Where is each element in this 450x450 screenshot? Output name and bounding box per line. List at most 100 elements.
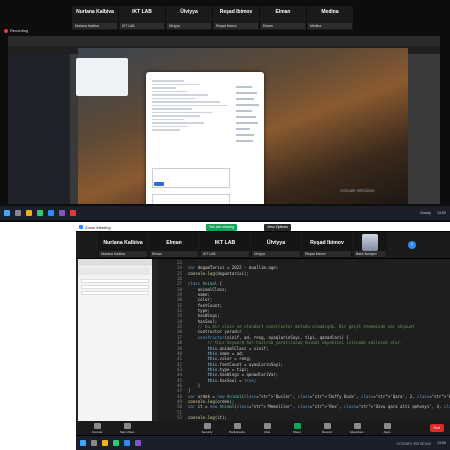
participant-tile[interactable]: Nurlana Kalbiva Nurlana Kalbiva bbox=[98, 232, 148, 258]
start-icon[interactable] bbox=[80, 440, 86, 446]
participant-name: Reşad Ibimov bbox=[219, 9, 253, 15]
mic-icon bbox=[93, 422, 101, 429]
search-icon[interactable] bbox=[91, 440, 97, 446]
video-label: Stop Video bbox=[119, 429, 135, 434]
share-label: Share bbox=[292, 429, 301, 434]
smile-icon bbox=[353, 422, 361, 429]
code-lines[interactable]: var dogumTarixi = 2022 - muallim.age; con… bbox=[188, 260, 450, 420]
participant-tile[interactable]: Reşad Ibimov Reşad Ibimov bbox=[213, 6, 259, 30]
zoom-icon[interactable] bbox=[124, 440, 130, 446]
security-label: Security bbox=[201, 429, 213, 434]
participant-label: Nurlana Kalbiva bbox=[73, 23, 117, 29]
next-page-arrow-icon[interactable]: › bbox=[408, 241, 416, 249]
record-dot-icon bbox=[4, 28, 8, 33]
participant-label: Elman bbox=[261, 23, 305, 29]
file-item[interactable] bbox=[81, 285, 149, 289]
system-tray: Cloudy 13:50 bbox=[420, 211, 446, 215]
code-pane[interactable]: 23 24 25 26 27 28 29 30 31 32 33 34 35 36 37 38 39 40 41 42… bbox=[158, 259, 450, 421]
system-tray: Activate Windows 13:50 bbox=[396, 441, 446, 446]
reply-box[interactable] bbox=[152, 194, 230, 204]
explorer-tabs[interactable] bbox=[78, 267, 150, 275]
teams-icon[interactable] bbox=[59, 210, 65, 216]
participant-label: Reşad Ibimov bbox=[303, 251, 351, 257]
participant-tile[interactable]: Ülviyya Ülviyya bbox=[251, 232, 301, 258]
participant-tile[interactable]: Reşad Ibimov Reşad Ibimov bbox=[302, 232, 352, 258]
participant-name: Elman bbox=[275, 9, 291, 15]
apps-button[interactable]: Apps bbox=[372, 422, 402, 434]
participant-label: Nurlana Kalbiva bbox=[99, 251, 147, 257]
participants-button[interactable]: Participants bbox=[222, 422, 252, 434]
video-icon bbox=[123, 422, 131, 429]
clock-text: 13:50 bbox=[437, 211, 446, 215]
app-icon[interactable] bbox=[70, 210, 76, 216]
participant-tile[interactable]: Elman Elman bbox=[260, 6, 306, 30]
view-options-button[interactable]: View Options bbox=[264, 224, 292, 231]
dialog-side-menu[interactable] bbox=[236, 82, 262, 178]
window-title: Zoom Meeting bbox=[85, 224, 111, 230]
chrome-icon[interactable] bbox=[113, 440, 119, 446]
participant-tile[interactable]: IKT LAB IKT LAB bbox=[200, 232, 250, 258]
reactions-button[interactable]: Reactions bbox=[342, 422, 372, 434]
explorer-header bbox=[78, 259, 152, 266]
share-screen-icon bbox=[293, 422, 301, 429]
file-item[interactable] bbox=[81, 291, 149, 295]
search-icon[interactable] bbox=[15, 210, 21, 216]
line-numbers: 23 24 25 26 27 28 29 30 31 32 33 34 35 36 37 38 39 40 41 42… bbox=[158, 260, 182, 420]
participant-label: Elman bbox=[150, 251, 198, 257]
participants-label: Participants bbox=[229, 429, 245, 434]
video-button[interactable]: Stop Video bbox=[112, 422, 142, 434]
chat-button[interactable]: Chat bbox=[252, 422, 282, 434]
start-icon[interactable] bbox=[4, 210, 10, 216]
mic-label: Unmute bbox=[91, 429, 103, 434]
dialog-text-lines bbox=[152, 78, 232, 133]
participant-tile[interactable]: Ülviyya Ülviyya bbox=[166, 6, 212, 30]
windows-taskbar-top: Cloudy 13:50 bbox=[0, 206, 450, 220]
zoom-toolbar: Unmute Stop Video Security Participants … bbox=[76, 421, 450, 435]
participant-label: IKT LAB bbox=[120, 23, 164, 29]
share-button[interactable]: Share bbox=[282, 422, 312, 434]
sharing-status-pill[interactable]: You are sharing bbox=[206, 224, 238, 231]
participant-strip-bottom: Nurlana Kalbiva Nurlana Kalbiva Elman Elma… bbox=[76, 232, 450, 258]
recording-indicator: Recording bbox=[4, 28, 28, 33]
participant-label: Ülviyya bbox=[167, 23, 211, 29]
participant-name: Elman bbox=[166, 240, 182, 246]
participant-tile[interactable]: Nurlana Kalbiva Nurlana Kalbiva bbox=[72, 6, 118, 30]
teams-icon[interactable] bbox=[135, 440, 141, 446]
participant-name: Nurlana Kalbiva bbox=[103, 240, 143, 246]
people-icon bbox=[233, 422, 241, 429]
participant-name: Medina bbox=[321, 9, 339, 15]
apps-label: Apps bbox=[383, 429, 391, 434]
file-explorer-icon[interactable] bbox=[102, 440, 108, 446]
code-editor-window: 23 24 25 26 27 28 29 30 31 32 33 34 35 36 37 38 39 40 41 42… bbox=[76, 259, 450, 421]
apps-icon bbox=[383, 422, 391, 429]
chrome-icon[interactable] bbox=[37, 210, 43, 216]
shared-desktop: Activate Windows bbox=[8, 36, 440, 204]
self-video-tile[interactable]: Bakir Babiyev bbox=[353, 232, 387, 258]
mic-button[interactable]: Unmute bbox=[82, 422, 112, 434]
participant-label: Ülviyya bbox=[252, 251, 300, 257]
zoom-icon[interactable] bbox=[48, 210, 54, 216]
shield-icon bbox=[203, 422, 211, 429]
record-button[interactable]: Record bbox=[312, 422, 342, 434]
weather-text: Cloudy bbox=[419, 211, 431, 215]
participant-strip-top: Nurlana Kalbiva Nurlana Kalbiva IKT LAB IK… bbox=[72, 6, 353, 30]
avatar bbox=[362, 234, 378, 251]
activate-windows-watermark: Activate Windows bbox=[340, 188, 375, 193]
chat-label: Chat bbox=[263, 429, 271, 434]
participant-name: Nurlana Kalbiva bbox=[76, 9, 114, 15]
save-button[interactable] bbox=[154, 182, 164, 186]
left-panel-card[interactable] bbox=[76, 58, 128, 96]
file-explorer-icon[interactable] bbox=[26, 210, 32, 216]
participant-name: Ülviyya bbox=[180, 9, 198, 15]
end-meeting-button[interactable]: End bbox=[429, 424, 444, 432]
code-line: var it = new Animal(class="str">'Memelil… bbox=[188, 404, 450, 410]
security-button[interactable]: Security bbox=[192, 422, 222, 434]
record-icon bbox=[323, 422, 331, 429]
activate-windows-watermark: Activate Windows bbox=[396, 440, 431, 446]
chat-icon bbox=[263, 422, 271, 429]
record-label: Record bbox=[322, 429, 332, 434]
participant-tile[interactable]: IKT LAB IKT LAB bbox=[119, 6, 165, 30]
participant-tile[interactable]: Medina Medina bbox=[307, 6, 353, 30]
file-item[interactable] bbox=[81, 279, 149, 283]
participant-tile[interactable]: Elman Elman bbox=[149, 232, 199, 258]
